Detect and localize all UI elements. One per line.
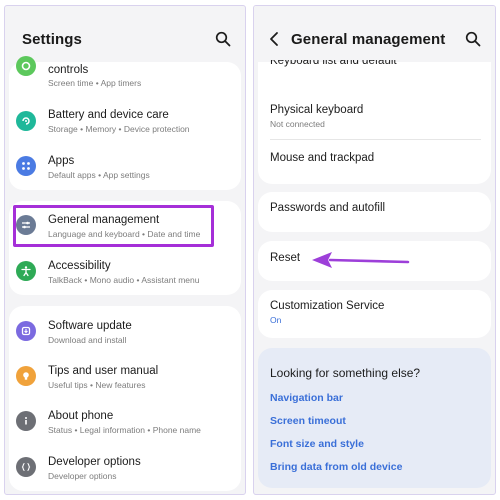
partial-item-label[interactable]: Keyboard list and default — [270, 60, 397, 68]
option-mouse-trackpad[interactable]: Mouse and trackpad — [254, 146, 495, 176]
item-sublabel: Status • Legal information • Phone name — [48, 425, 201, 435]
page-title: General management — [291, 31, 446, 48]
accessibility-icon — [16, 261, 36, 281]
settings-item-battery-device-care[interactable]: Battery and device care Storage • Memory… — [5, 106, 245, 138]
search-icon[interactable] — [215, 31, 231, 47]
apps-icon — [16, 156, 36, 176]
item-sublabel: Storage • Memory • Device protection — [48, 124, 190, 134]
settings-header: Settings — [5, 6, 245, 68]
settings-item-accessibility[interactable]: Accessibility TalkBack • Mono audio • As… — [5, 256, 245, 288]
settings-item-apps[interactable]: Apps Default apps • App settings — [5, 151, 245, 183]
general-management-panel: General management General management Ke… — [253, 5, 496, 495]
suggestion-link[interactable]: Screen timeout — [270, 415, 346, 427]
item-sublabel: Useful tips • New features — [48, 380, 146, 390]
item-label: Physical keyboard — [270, 104, 364, 116]
device-care-icon — [16, 111, 36, 131]
highlight-box — [13, 205, 214, 247]
item-label: Passwords and autofill — [270, 202, 386, 214]
item-label: Reset — [270, 252, 301, 264]
settings-item-software-update[interactable]: Software update Download and install — [5, 316, 245, 348]
item-label: Mouse and trackpad — [270, 152, 375, 164]
settings-panel: Settings controls Screen time • App time… — [4, 5, 246, 495]
settings-item-about-phone[interactable]: About phone Status • Legal information •… — [5, 406, 245, 438]
item-label: Developer options — [48, 456, 141, 468]
item-label: Software update — [48, 320, 132, 332]
item-sublabel: TalkBack • Mono audio • Assistant menu — [48, 275, 200, 285]
divider — [270, 139, 481, 140]
item-label: Accessibility — [48, 260, 111, 272]
settings-item-developer-options[interactable]: Developer options Developer options — [5, 452, 245, 484]
item-sublabel: Default apps • App settings — [48, 170, 150, 180]
option-physical-keyboard[interactable]: Physical keyboard Not connected — [254, 100, 495, 134]
software-update-icon — [16, 321, 36, 341]
option-passwords-autofill[interactable]: Passwords and autofill — [254, 196, 495, 226]
item-sublabel: Developer options — [48, 471, 117, 481]
settings-item-digital-wellbeing[interactable]: controls Screen time • App timers — [5, 56, 245, 92]
braces-icon — [16, 457, 36, 477]
item-label: Apps — [48, 155, 75, 167]
item-label: Customization Service — [270, 300, 385, 312]
item-label: controls — [48, 64, 89, 76]
item-label: About phone — [48, 410, 114, 422]
item-label: Tips and user manual — [48, 365, 159, 377]
back-arrow-icon[interactable] — [268, 31, 282, 47]
info-icon — [16, 411, 36, 431]
suggestion-link[interactable]: Font size and style — [270, 438, 364, 450]
settings-item-tips-user-manual[interactable]: Tips and user manual Useful tips • New f… — [5, 361, 245, 393]
pointer-arrow — [312, 252, 410, 268]
lightbulb-icon — [16, 366, 36, 386]
item-sublabel: Screen time • App timers — [48, 78, 142, 88]
page-title: Settings — [22, 31, 82, 48]
item-sublabel: Download and install — [48, 335, 127, 345]
item-label: Battery and device care — [48, 109, 169, 121]
item-sublabel: Not connected — [270, 119, 325, 129]
digital-wellbeing-icon — [16, 56, 36, 76]
option-customization-service[interactable]: Customization Service On — [254, 296, 495, 330]
suggestion-link[interactable]: Bring data from old device — [270, 461, 402, 473]
suggestions-title: Looking for something else? — [270, 366, 421, 380]
suggestion-link[interactable]: Navigation bar — [270, 392, 343, 404]
search-icon[interactable] — [465, 31, 481, 47]
item-sublabel: On — [270, 315, 282, 325]
